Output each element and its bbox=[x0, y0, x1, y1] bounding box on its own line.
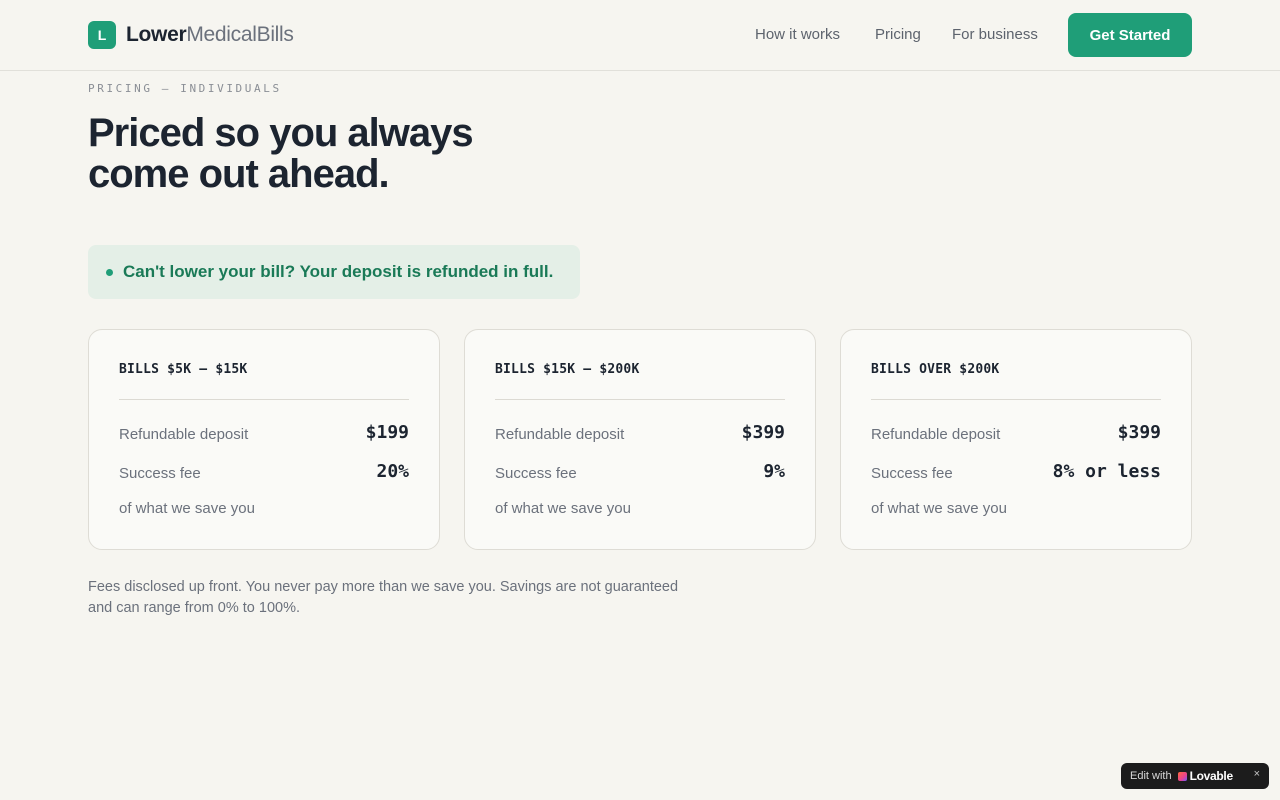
brand-badge-icon: L bbox=[88, 21, 116, 49]
bullet-dot-icon bbox=[106, 268, 113, 276]
disclaimer-line-1: Fees disclosed up front. You never pay m… bbox=[88, 579, 679, 595]
success-fee-value: 20% bbox=[376, 461, 409, 482]
fee-note: of what we save you bbox=[871, 500, 1007, 517]
card-title: BILLS $15K – $200K bbox=[495, 362, 640, 377]
brand-name-bold: Lower bbox=[126, 23, 187, 46]
section-eyebrow: PRICING — INDIVIDUALS bbox=[88, 82, 282, 95]
nav-link-for-business[interactable]: For business bbox=[952, 26, 1038, 43]
lovable-logo-icon bbox=[1177, 771, 1187, 781]
deposit-label: Refundable deposit bbox=[871, 426, 1001, 443]
brand-logo-link[interactable]: L LowerMedicalBills bbox=[88, 21, 294, 49]
edit-with-lovable-badge[interactable]: Edit with Lovable × bbox=[1121, 763, 1269, 789]
fee-note: of what we save you bbox=[119, 500, 255, 517]
lovable-brand: Lovable bbox=[1189, 769, 1234, 783]
page-headline: Priced so you always come out ahead. bbox=[88, 113, 588, 195]
refund-guarantee-text: Can't lower your bill? Your deposit is r… bbox=[123, 262, 554, 281]
card-title: BILLS OVER $200K bbox=[871, 362, 1000, 377]
headline-line-1: Priced so you always bbox=[88, 111, 474, 155]
card-title: BILLS $5K – $15K bbox=[119, 362, 248, 377]
deposit-label: Refundable deposit bbox=[495, 426, 625, 443]
refund-guarantee-banner: Can't lower your bill? Your deposit is r… bbox=[88, 245, 580, 299]
brand-name: LowerMedicalBills bbox=[126, 23, 294, 47]
nav-link-how-it-works[interactable]: How it works bbox=[755, 26, 840, 43]
fees-disclaimer: Fees disclosed up front. You never pay m… bbox=[88, 577, 728, 619]
card-divider bbox=[119, 399, 409, 400]
lovable-prefix: Edit with bbox=[1130, 770, 1172, 782]
get-started-button[interactable]: Get Started bbox=[1068, 13, 1192, 57]
pricing-card-over-200k: BILLS OVER $200K Refundable deposit $399… bbox=[840, 329, 1192, 550]
card-divider bbox=[871, 399, 1161, 400]
fee-note: of what we save you bbox=[495, 500, 631, 517]
brand-name-light: MedicalBills bbox=[186, 23, 294, 46]
close-icon[interactable]: × bbox=[1254, 768, 1260, 780]
top-navbar: L LowerMedicalBills How it works Pricing… bbox=[0, 0, 1280, 71]
pricing-card-15k-200k: BILLS $15K – $200K Refundable deposit $3… bbox=[464, 329, 816, 550]
success-fee-label: Success fee bbox=[495, 465, 577, 482]
success-fee-label: Success fee bbox=[119, 465, 201, 482]
deposit-label: Refundable deposit bbox=[119, 426, 249, 443]
success-fee-value: 8% or less bbox=[1052, 461, 1161, 482]
success-fee-label: Success fee bbox=[871, 465, 953, 482]
nav-link-pricing[interactable]: Pricing bbox=[875, 26, 921, 43]
headline-line-2: come out ahead. bbox=[88, 152, 390, 196]
card-divider bbox=[495, 399, 785, 400]
pricing-card-5k-15k: BILLS $5K – $15K Refundable deposit $199… bbox=[88, 329, 440, 550]
disclaimer-line-2: and can range from 0% to 100%. bbox=[88, 600, 300, 616]
deposit-value: $199 bbox=[365, 422, 409, 443]
success-fee-value: 9% bbox=[763, 461, 785, 482]
deposit-value: $399 bbox=[1117, 422, 1161, 443]
deposit-value: $399 bbox=[741, 422, 785, 443]
